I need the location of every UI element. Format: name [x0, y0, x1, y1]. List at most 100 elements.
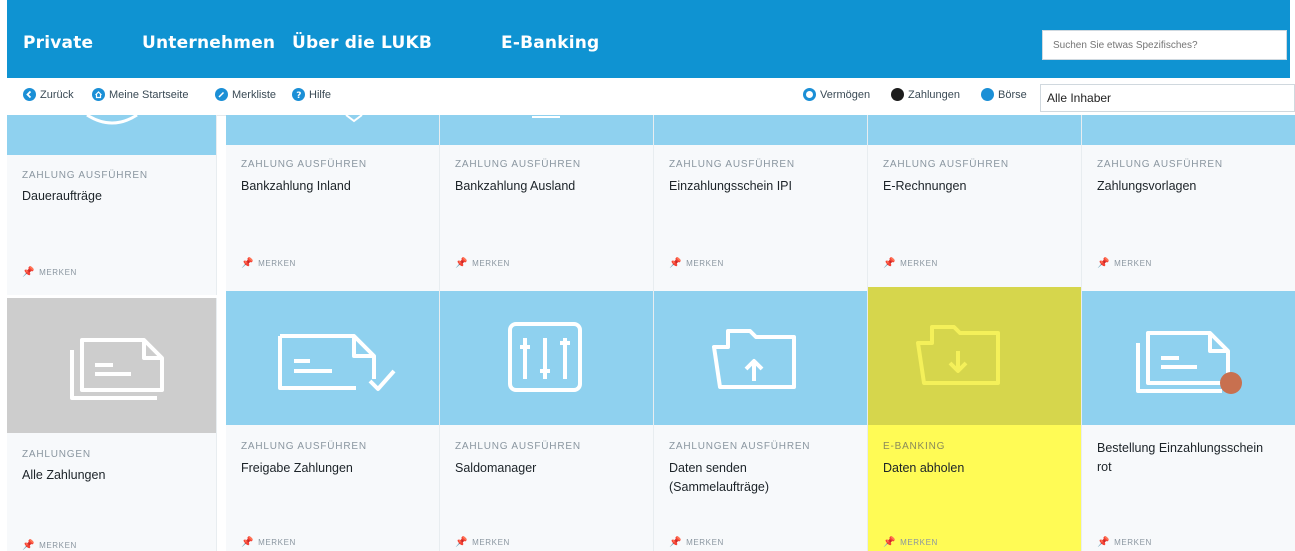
merken-label: MERKEN — [39, 268, 77, 277]
tile-image — [7, 115, 216, 155]
card-category: ZAHLUNG AUSFÜHREN — [883, 159, 1009, 170]
payment-slip-red-icon — [1082, 291, 1295, 425]
home-link[interactable]: Meine Startseite — [92, 88, 188, 101]
card-category: ZAHLUNG AUSFÜHREN — [455, 159, 581, 170]
folder-download-icon — [868, 287, 1081, 425]
pin-icon: 📌 — [669, 258, 683, 269]
pin-icon: 📌 — [1097, 537, 1111, 548]
card-title: Bestellung Einzahlungsschein rot — [1097, 441, 1264, 474]
pin-icon: 📌 — [241, 258, 255, 269]
search-box[interactable] — [1042, 30, 1295, 60]
card-category: ZAHLUNG AUSFÜHREN — [241, 159, 367, 170]
card-einzahlungsschein-ipi[interactable]: ZAHLUNG AUSFÜHREN Einzahlungsschein IPI … — [654, 115, 868, 291]
merken-label: MERKEN — [258, 538, 296, 547]
merken-button[interactable]: 📌 MERKEN — [241, 537, 296, 548]
help-link[interactable]: ? Hilfe — [292, 88, 331, 101]
merken-button[interactable]: 📌 MERKEN — [241, 258, 296, 269]
merken-label: MERKEN — [1114, 538, 1152, 547]
bookmarks-label: Merkliste — [232, 88, 277, 101]
bookmarks-link[interactable]: Merkliste — [215, 88, 276, 101]
nav-ueber-lukb[interactable]: Über die LUKB — [292, 33, 432, 53]
tile-image — [226, 115, 439, 145]
merken-label: MERKEN — [686, 538, 724, 547]
merken-button[interactable]: 📌 MERKEN — [1097, 258, 1152, 269]
merken-button[interactable]: 📌 MERKEN — [22, 267, 77, 278]
pin-icon: 📌 — [1097, 258, 1111, 269]
svg-text:?: ? — [296, 91, 301, 101]
card-e-rechnungen[interactable]: ZAHLUNG AUSFÜHREN E-Rechnungen 📌 MERKEN — [868, 115, 1082, 291]
tile-image — [440, 115, 653, 145]
merken-label: MERKEN — [258, 259, 296, 268]
card-freigabe-zahlungen[interactable]: ZAHLUNG AUSFÜHREN Freigabe Zahlungen 📌 ME… — [226, 291, 440, 551]
merken-button[interactable]: 📌 MERKEN — [1097, 537, 1152, 548]
pin-icon: 📌 — [669, 537, 683, 548]
pin-icon: 📌 — [455, 258, 469, 269]
card-category: ZAHLUNGEN — [22, 449, 91, 460]
merken-button[interactable]: 📌 MERKEN — [883, 537, 938, 548]
pin-icon: 📌 — [883, 537, 897, 548]
card-title: Bankzahlung Ausland — [455, 179, 576, 193]
payments-link[interactable]: Zahlungen — [891, 88, 960, 101]
card-title: Bankzahlung Inland — [241, 179, 351, 193]
merken-button[interactable]: 📌 MERKEN — [883, 258, 938, 269]
payments-label: Zahlungen — [908, 88, 960, 101]
card-title: Saldomanager — [455, 461, 537, 475]
nav-e-banking[interactable]: E-Banking — [501, 33, 599, 53]
card-daten-abholen[interactable]: E-BANKING Daten abholen 📌 MERKEN — [868, 287, 1082, 551]
card-category: E-BANKING — [883, 441, 946, 452]
card-title: Alle Zahlungen — [22, 468, 106, 482]
merken-label: MERKEN — [686, 259, 724, 268]
card-zahlungsvorlagen[interactable]: ZAHLUNG AUSFÜHREN Zahlungsvorlagen 📌 MERK… — [1082, 115, 1295, 291]
merken-button[interactable]: 📌 MERKEN — [455, 537, 510, 548]
payments-icon — [891, 88, 904, 101]
card-title: Daueraufträge — [22, 189, 102, 203]
pin-icon: 📌 — [22, 267, 36, 278]
exchange-link[interactable]: Börse — [981, 88, 1027, 101]
card-category: ZAHLUNG AUSFÜHREN — [455, 441, 581, 452]
payment-approve-icon — [226, 291, 439, 425]
wealth-link[interactable]: Vermögen — [803, 88, 870, 101]
card-category: ZAHLUNG AUSFÜHREN — [22, 170, 148, 181]
merken-label: MERKEN — [1114, 259, 1152, 268]
merken-button[interactable]: 📌 MERKEN — [22, 540, 77, 551]
nav-unternehmen[interactable]: Unternehmen — [142, 33, 275, 53]
exchange-icon — [981, 88, 994, 101]
home-label: Meine Startseite — [109, 88, 189, 101]
merken-button[interactable]: 📌 MERKEN — [669, 258, 724, 269]
pin-icon — [215, 88, 228, 101]
card-saldomanager[interactable]: ZAHLUNG AUSFÜHREN Saldomanager 📌 MERKEN — [440, 291, 654, 551]
merken-label: MERKEN — [900, 538, 938, 547]
back-label: Zurück — [40, 88, 74, 101]
help-label: Hilfe — [309, 88, 332, 101]
exchange-label: Börse — [998, 88, 1027, 101]
back-link[interactable]: Zurück — [23, 88, 74, 101]
merken-label: MERKEN — [472, 538, 510, 547]
search-input[interactable] — [1043, 31, 1295, 59]
merken-label: MERKEN — [472, 259, 510, 268]
card-title: Zahlungsvorlagen — [1097, 179, 1197, 193]
card-category: ZAHLUNG AUSFÜHREN — [1097, 159, 1223, 170]
card-dauerauftraege[interactable]: ZAHLUNG AUSFÜHREN Daueraufträge 📌 MERKEN — [7, 115, 217, 295]
merken-label: MERKEN — [39, 541, 77, 550]
card-bankzahlung-ausland[interactable]: ZAHLUNG AUSFÜHREN Bankzahlung Ausland 📌 M… — [440, 115, 654, 291]
card-bestellung-einzahlungsschein[interactable]: Bestellung Einzahlungsschein rot 📌 MERKEN — [1082, 291, 1295, 551]
merken-button[interactable]: 📌 MERKEN — [455, 258, 510, 269]
pin-icon: 📌 — [883, 258, 897, 269]
card-daten-senden[interactable]: ZAHLUNGEN AUSFÜHREN Daten senden (Sammel… — [654, 291, 868, 551]
wealth-label: Vermögen — [820, 88, 871, 101]
merken-button[interactable]: 📌 MERKEN — [669, 537, 724, 548]
top-navigation: Private Unternehmen Über die LUKB E-Bank… — [7, 0, 1295, 78]
card-category: ZAHLUNG AUSFÜHREN — [669, 159, 795, 170]
pin-icon: 📌 — [241, 537, 255, 548]
card-title: Daten abholen — [883, 461, 965, 475]
back-arrow-icon — [23, 88, 36, 101]
card-alle-zahlungen[interactable]: ZAHLUNGEN Alle Zahlungen 📌 MERKEN — [7, 298, 217, 551]
pin-icon: 📌 — [455, 537, 469, 548]
card-category: ZAHLUNG AUSFÜHREN — [241, 441, 367, 452]
owner-select[interactable]: Alle Inhaber — [1040, 84, 1295, 112]
home-icon — [92, 88, 105, 101]
wealth-icon — [803, 88, 816, 101]
card-title: Daten senden (Sammelaufträge) — [669, 461, 770, 494]
card-bankzahlung-inland[interactable]: ZAHLUNG AUSFÜHREN Bankzahlung Inland 📌 ME… — [226, 115, 440, 291]
nav-private[interactable]: Private — [23, 33, 93, 53]
